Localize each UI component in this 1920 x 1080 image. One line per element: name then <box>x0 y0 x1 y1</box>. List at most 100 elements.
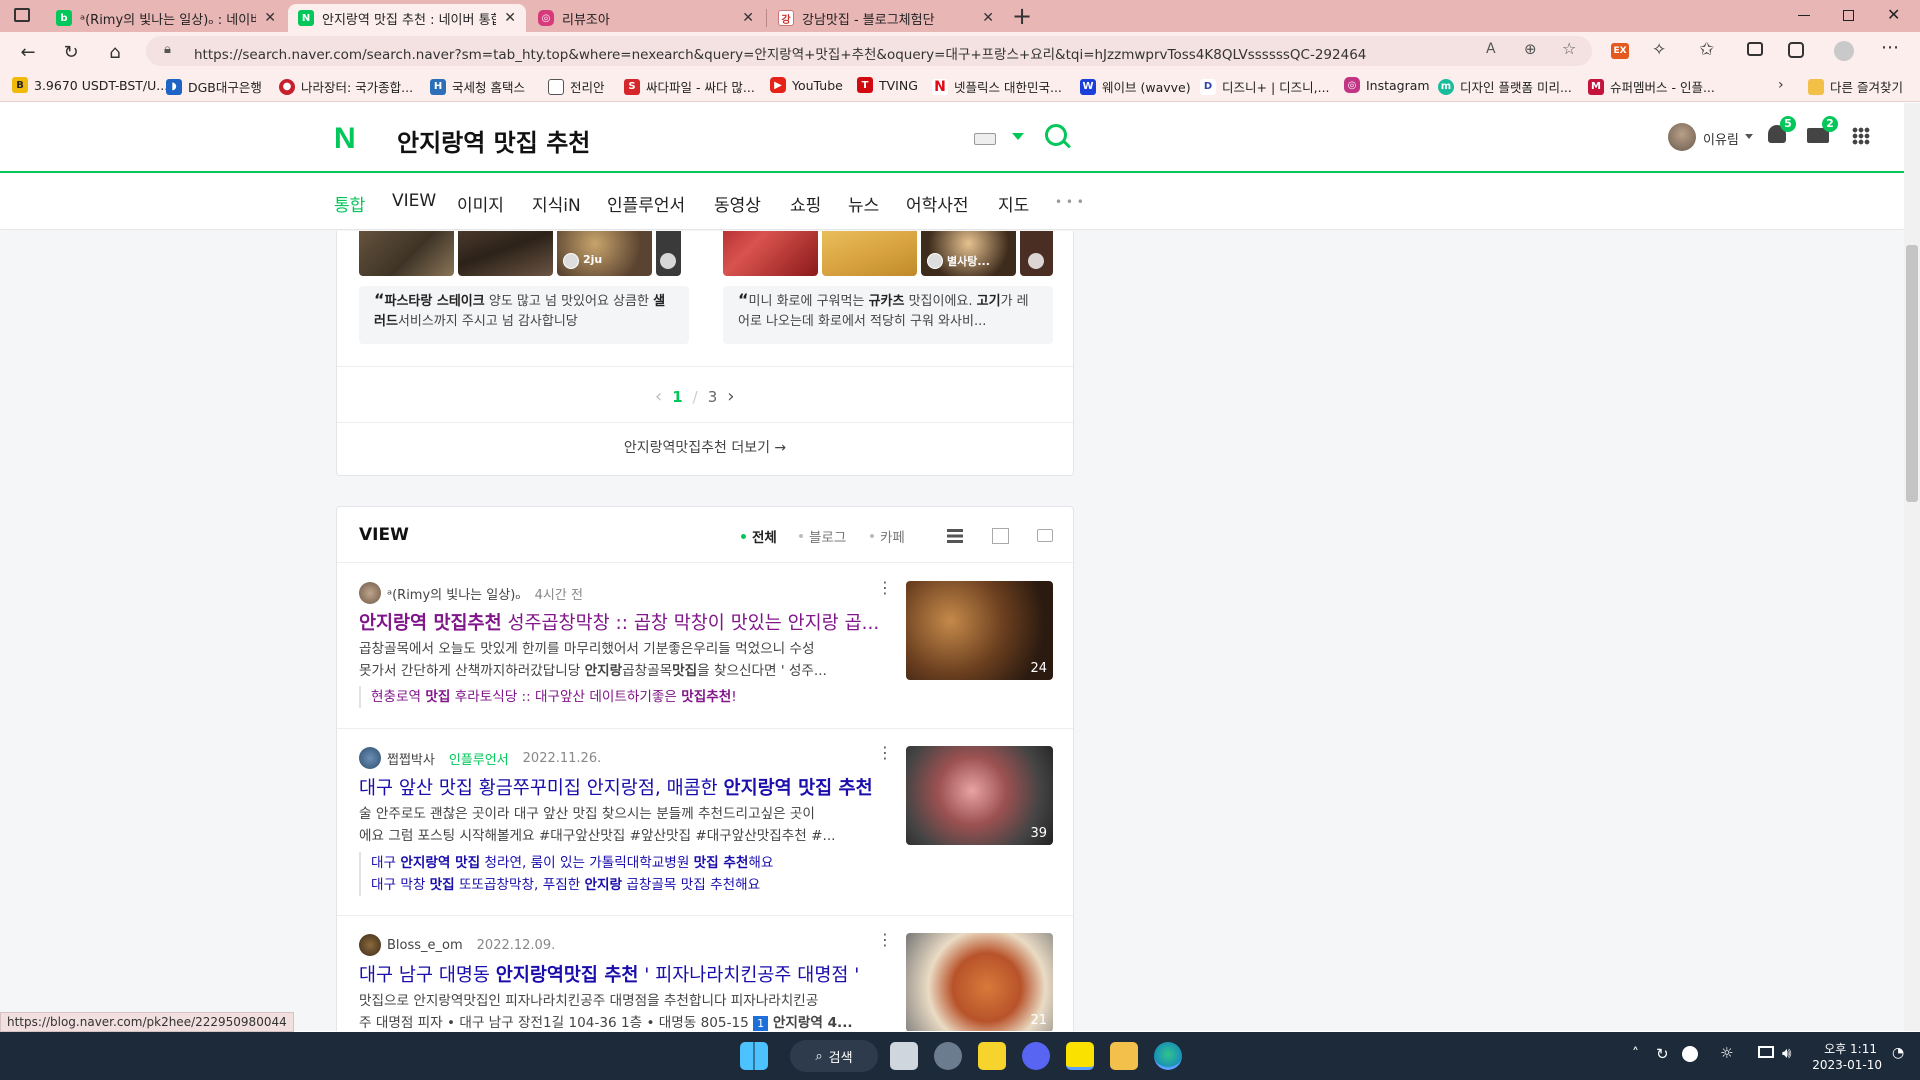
notification-center-icon[interactable]: ◔ <box>1892 1045 1904 1061</box>
close-tab-icon[interactable]: ✕ <box>264 10 276 26</box>
detail-view-icon[interactable] <box>992 528 1009 544</box>
file-explorer-icon[interactable] <box>1110 1042 1138 1070</box>
post-description[interactable]: 술 안주로도 괜찮은 곳이라 대구 앞산 맛집 찾으시는 분들께 추천드리고싶은… <box>359 803 879 847</box>
favorites-icon[interactable]: ✩ <box>1699 39 1714 60</box>
tab-news[interactable]: 뉴스 <box>848 191 879 216</box>
post-thumbnail[interactable]: 21 <box>906 933 1053 1031</box>
author-avatar[interactable] <box>359 934 381 956</box>
post-description[interactable]: 맛집으로 안지랑역맛집인 피자나라치킨공주 대명점을 추천합니다 피자나라치킨공… <box>359 990 879 1031</box>
extensions-puzzle-icon[interactable]: ✧ <box>1652 40 1666 60</box>
naver-logo[interactable]: N <box>334 122 356 156</box>
edge-browser-icon[interactable] <box>1154 1042 1182 1070</box>
restaurant-photo[interactable] <box>822 231 917 276</box>
post-options-icon[interactable]: ⋮ <box>877 930 893 949</box>
minimize-window-icon[interactable] <box>1798 15 1810 16</box>
related-post-link[interactable]: 현충로역 맛집 후라토식당 :: 대구앞산 데이트하기좋은 맛집추천! <box>359 686 737 708</box>
tray-close-circle-icon[interactable] <box>1682 1046 1698 1062</box>
tab-shopping[interactable]: 쇼핑 <box>790 191 821 216</box>
tab-actions-icon[interactable] <box>14 8 30 22</box>
chevron-down-icon[interactable] <box>1012 133 1024 140</box>
post-title-link[interactable]: 대구 남구 대명동 안지랑역맛집 추천 ' 피자나라치킨공주 대명점 ' <box>359 961 859 987</box>
user-name[interactable]: 이유림 <box>1703 129 1739 148</box>
refresh-icon[interactable]: ↻ <box>57 38 85 66</box>
tab-kin[interactable]: 지식iN <box>532 191 581 216</box>
add-favorite-star-icon[interactable]: ☆ <box>1562 39 1576 58</box>
bookmark-item[interactable]: m 디자인 플랫폼 미리... <box>1438 77 1572 96</box>
filter-all[interactable]: 전체 <box>741 526 777 546</box>
read-aloud-icon[interactable]: A <box>1486 41 1496 57</box>
page-scrollbar[interactable] <box>1904 103 1920 1031</box>
settings-more-icon[interactable]: ⋯ <box>1881 37 1899 58</box>
post-title-link[interactable]: 안지랑역 맛집추천 성주곱창막창 :: 곱창 막창이 맛있는 안지랑 곱... <box>359 609 879 635</box>
browser-tab-4[interactable]: 강 강남맛집 - 블로그체험단 ✕ <box>768 4 1004 32</box>
bookmark-item[interactable]: ▶ YouTube <box>770 77 843 93</box>
search-query-input[interactable]: 안지랑역 맛집 추천 <box>397 123 590 158</box>
discord-icon[interactable] <box>1022 1042 1050 1070</box>
settings-gear-icon[interactable] <box>934 1042 962 1070</box>
other-favorites-folder[interactable]: 다른 즐겨찾기 <box>1808 77 1903 96</box>
browser-tab-3[interactable]: ◎ 리뷰조아 ✕ <box>528 4 764 32</box>
task-view-icon[interactable] <box>890 1042 918 1070</box>
chevron-right-icon[interactable]: › <box>1778 77 1784 93</box>
bookmark-item[interactable]: D 디즈니+ | 디즈니,... <box>1200 77 1330 96</box>
scrollbar-thumb[interactable] <box>1906 245 1918 502</box>
tab-map[interactable]: 지도 <box>998 191 1029 216</box>
browser-essentials-icon[interactable] <box>1788 42 1804 58</box>
user-menu-caret-icon[interactable] <box>1745 134 1753 139</box>
author-name[interactable]: Bloss_e_om <box>387 938 463 953</box>
bookmark-item[interactable]: B 3.9670 USDT-BST/U... <box>12 77 168 93</box>
zoom-icon[interactable]: ⊕ <box>1524 40 1537 58</box>
apps-grid-icon[interactable] <box>1852 127 1870 145</box>
bookmark-item[interactable]: ◗ DGB대구은행 <box>166 77 262 96</box>
sticky-notes-icon[interactable] <box>978 1042 1006 1070</box>
browser-tab-2[interactable]: N 안지랑역 맛집 추천 : 네이버 통합 ✕ <box>288 4 526 32</box>
collections-icon[interactable] <box>1747 42 1763 56</box>
bookmark-item[interactable]: T TVING <box>857 77 918 93</box>
restaurant-photo[interactable]: 별사탕... <box>921 231 1016 276</box>
review-quote[interactable]: “미니 화로에 구워먹는 규카츠 맛집이에요. 고기가 레어로 나오는데 화로에… <box>723 286 1053 344</box>
clock-date[interactable]: 2023-01-10 <box>1812 1058 1882 1072</box>
close-tab-icon[interactable]: ✕ <box>504 10 516 26</box>
tray-network-icon[interactable] <box>1758 1046 1774 1058</box>
author-avatar[interactable] <box>359 582 381 604</box>
post-options-icon[interactable]: ⋮ <box>877 578 893 597</box>
related-post-link[interactable]: 대구 막창 맛집 또또곱창막창, 푸짐한 안지랑 곱창골목 맛집 추천해요 <box>371 874 773 896</box>
restaurant-photo[interactable] <box>458 231 553 276</box>
restaurant-photo[interactable] <box>359 231 454 276</box>
windows-start-icon[interactable] <box>740 1042 768 1070</box>
post-options-icon[interactable]: ⋮ <box>877 743 893 762</box>
close-window-icon[interactable]: ✕ <box>1887 5 1900 24</box>
post-description[interactable]: 곱창골목에서 오늘도 맛있게 한끼를 마무리했어서 기분좋은우리들 먹었으니 수… <box>359 638 879 682</box>
tray-chevron-up-icon[interactable]: ˄ <box>1632 1046 1639 1062</box>
tab-view[interactable]: VIEW <box>392 191 436 211</box>
related-post-link[interactable]: 대구 안지랑역 맛집 청라연, 룸이 있는 가톨릭대학교병원 맛집 추천해요 <box>371 852 773 874</box>
list-view-icon[interactable] <box>947 529 963 543</box>
post-thumbnail[interactable]: 39 <box>906 746 1053 845</box>
more-results-link[interactable]: 안지랑역맛집추천 더보기 → <box>337 437 1073 457</box>
bookmark-item[interactable]: W 웨이브 (wavve) <box>1080 77 1191 96</box>
post-title-link[interactable]: 대구 앞산 맛집 황금쭈꾸미집 안지랑점, 매콤한 안지랑역 맛집 추천 <box>359 774 873 800</box>
tab-video[interactable]: 동영상 <box>714 191 761 216</box>
restaurant-photo[interactable]: 2ju <box>557 231 652 276</box>
author-avatar[interactable] <box>359 747 381 769</box>
user-avatar[interactable] <box>1668 123 1696 151</box>
image-view-icon[interactable] <box>1037 529 1053 542</box>
bookmark-item[interactable]: M 슈퍼멤버스 - 인플... <box>1588 77 1715 96</box>
filter-cafe[interactable]: 카페 <box>870 526 905 546</box>
more-tabs-icon[interactable]: • • • <box>1055 195 1084 209</box>
keyboard-icon[interactable] <box>974 133 996 145</box>
restaurant-photo[interactable] <box>1020 231 1053 276</box>
site-info-lock-icon[interactable]: 🔒︎ <box>164 42 171 57</box>
profile-avatar-icon[interactable] <box>1834 41 1854 61</box>
restaurant-photo[interactable] <box>656 231 681 276</box>
tray-sync-icon[interactable]: ↻ <box>1656 1045 1669 1063</box>
review-quote[interactable]: “파스타랑 스테이크 양도 많고 넘 맛있어요 상큼한 샐러드서비스까지 주시고… <box>359 286 689 344</box>
author-name[interactable]: ᵃ(Rimy의 빛나는 일상)ₒ <box>387 584 521 603</box>
kakaotalk-icon[interactable] <box>1066 1042 1094 1070</box>
restaurant-photo[interactable] <box>723 231 818 276</box>
new-tab-button[interactable]: + <box>1012 2 1032 30</box>
chevron-right-icon[interactable]: › <box>727 386 734 407</box>
bookmark-item[interactable]: ● 나라장터: 국가종합... <box>279 77 413 96</box>
chevron-left-icon[interactable]: ‹ <box>655 386 662 407</box>
home-icon[interactable]: ⌂ <box>101 38 129 66</box>
